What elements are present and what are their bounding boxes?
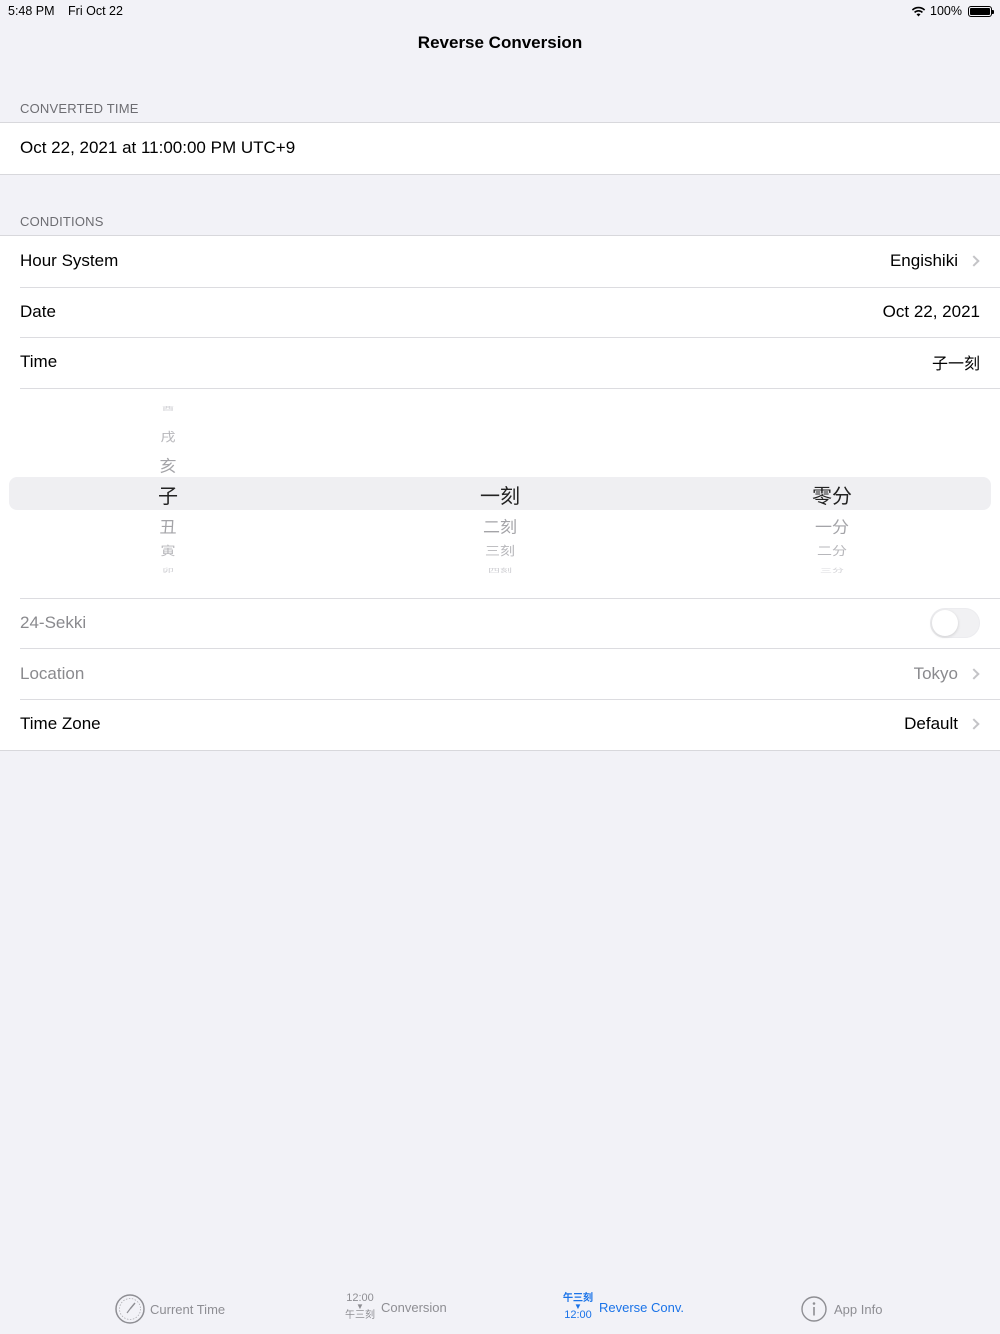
converted-time-group: Oct 22, 2021 at 11:00:00 PM UTC+9 — [0, 122, 1000, 175]
picker-item[interactable]: 二刻 — [400, 514, 600, 537]
location-value: Tokyo — [913, 663, 958, 683]
picker-item[interactable]: 寅 — [68, 542, 268, 559]
timezone-value: Default — [904, 714, 958, 734]
converted-time-header: CONVERTED TIME — [20, 101, 139, 116]
hour-system-value: Engishiki — [889, 251, 958, 271]
picker-item[interactable]: 丑 — [68, 514, 268, 537]
page-title: Reverse Conversion — [417, 33, 583, 52]
status-bar: 5:48 PM Fri Oct 22 100% — [0, 0, 1000, 22]
reverse-conversion-icon: 午三刻 ▼ 12:00 — [563, 1293, 593, 1321]
picker-item-selected[interactable]: 子 — [68, 480, 268, 509]
picker-column-hour[interactable]: 酉 戌 亥 子 丑 寅 卯 — [68, 388, 268, 598]
picker-item-selected[interactable]: 零分 — [732, 480, 932, 509]
clock-icon — [114, 1293, 146, 1325]
conversion-icon-bottom: 午三刻 — [345, 1310, 375, 1321]
timezone-row[interactable]: Time Zone Default — [0, 698, 1000, 750]
location-label: Location — [20, 663, 85, 683]
tab-app-info-label: App Info — [834, 1301, 883, 1317]
date-label: Date — [20, 301, 56, 321]
conversion-icon: 12:00 ▼ 午三刻 — [345, 1292, 375, 1322]
tab-conversion-label: Conversion — [381, 1299, 447, 1315]
picker-item-selected[interactable]: 一刻 — [400, 480, 600, 509]
picker-column-koku[interactable]: 一刻 二刻 三刻 四刻 — [400, 388, 600, 598]
tab-reverse-conversion-label: Reverse Conv. — [599, 1299, 685, 1315]
hour-system-row[interactable]: Hour System Engishiki — [0, 236, 1000, 287]
picker-item[interactable]: 戌 — [68, 428, 268, 445]
tab-current-time-label: Current Time — [150, 1301, 226, 1317]
date-value[interactable]: Oct 22, 2021 — [883, 302, 980, 322]
time-row[interactable]: Time 子一刻 — [0, 337, 1000, 388]
picker-item[interactable]: 四刻 — [400, 566, 600, 574]
picker-item[interactable]: 二分 — [732, 542, 932, 559]
battery-percent: 100% — [930, 4, 962, 18]
picker-item[interactable]: 一分 — [732, 514, 932, 537]
status-time: 5:48 PM — [8, 4, 55, 18]
info-icon — [798, 1293, 830, 1325]
time-value: 子一刻 — [931, 354, 980, 374]
status-date: Fri Oct 22 — [68, 4, 123, 18]
picker-item[interactable]: 卯 — [68, 566, 268, 574]
tab-reverse-conversion[interactable]: 午三刻 ▼ 12:00 Reverse Conv. — [563, 1293, 684, 1321]
chevron-right-icon — [968, 668, 980, 680]
wifi-icon — [911, 6, 926, 16]
toggle-knob — [932, 610, 958, 637]
conditions-header: CONDITIONS — [20, 214, 104, 229]
location-row[interactable]: Location Tokyo — [0, 648, 1000, 699]
converted-time-row: Oct 22, 2021 at 11:00:00 PM UTC+9 — [0, 123, 1000, 174]
tab-conversion[interactable]: 12:00 ▼ 午三刻 Conversion — [345, 1292, 447, 1322]
conditions-group: Hour System Engishiki Date Oct 22, 2021 … — [0, 235, 1000, 751]
sekki-toggle[interactable] — [930, 608, 980, 639]
hour-system-label: Hour System — [20, 251, 119, 271]
time-label: Time — [20, 352, 58, 372]
date-row[interactable]: Date Oct 22, 2021 — [0, 286, 1000, 338]
picker-column-minute[interactable]: 零分 一分 二分 三分 — [732, 388, 932, 598]
chevron-right-icon — [968, 255, 980, 267]
timezone-label: Time Zone — [20, 714, 101, 734]
sekki-label: 24-Sekki — [20, 613, 87, 633]
picker-item[interactable]: 三刻 — [400, 542, 600, 559]
chevron-right-icon — [968, 718, 980, 730]
tab-bar: Current Time 12:00 ▼ 午三刻 Conversion 午三刻 … — [0, 1284, 1000, 1334]
picker-item[interactable]: 三分 — [732, 566, 932, 574]
converted-time-value: Oct 22, 2021 at 11:00:00 PM UTC+9 — [20, 138, 296, 158]
tab-app-info[interactable]: App Info — [798, 1293, 882, 1325]
battery-icon — [968, 5, 994, 17]
picker-item[interactable]: 亥 — [68, 453, 268, 476]
tab-current-time[interactable]: Current Time — [114, 1293, 225, 1325]
time-picker[interactable]: 酉 戌 亥 子 丑 寅 卯 一刻 二刻 三刻 四刻 零分 一分 二分 三分 — [0, 387, 1000, 598]
sekki-row: 24-Sekki — [0, 597, 1000, 649]
picker-item[interactable]: 酉 — [68, 404, 268, 412]
reverse-icon-bottom: 12:00 — [564, 1309, 592, 1321]
